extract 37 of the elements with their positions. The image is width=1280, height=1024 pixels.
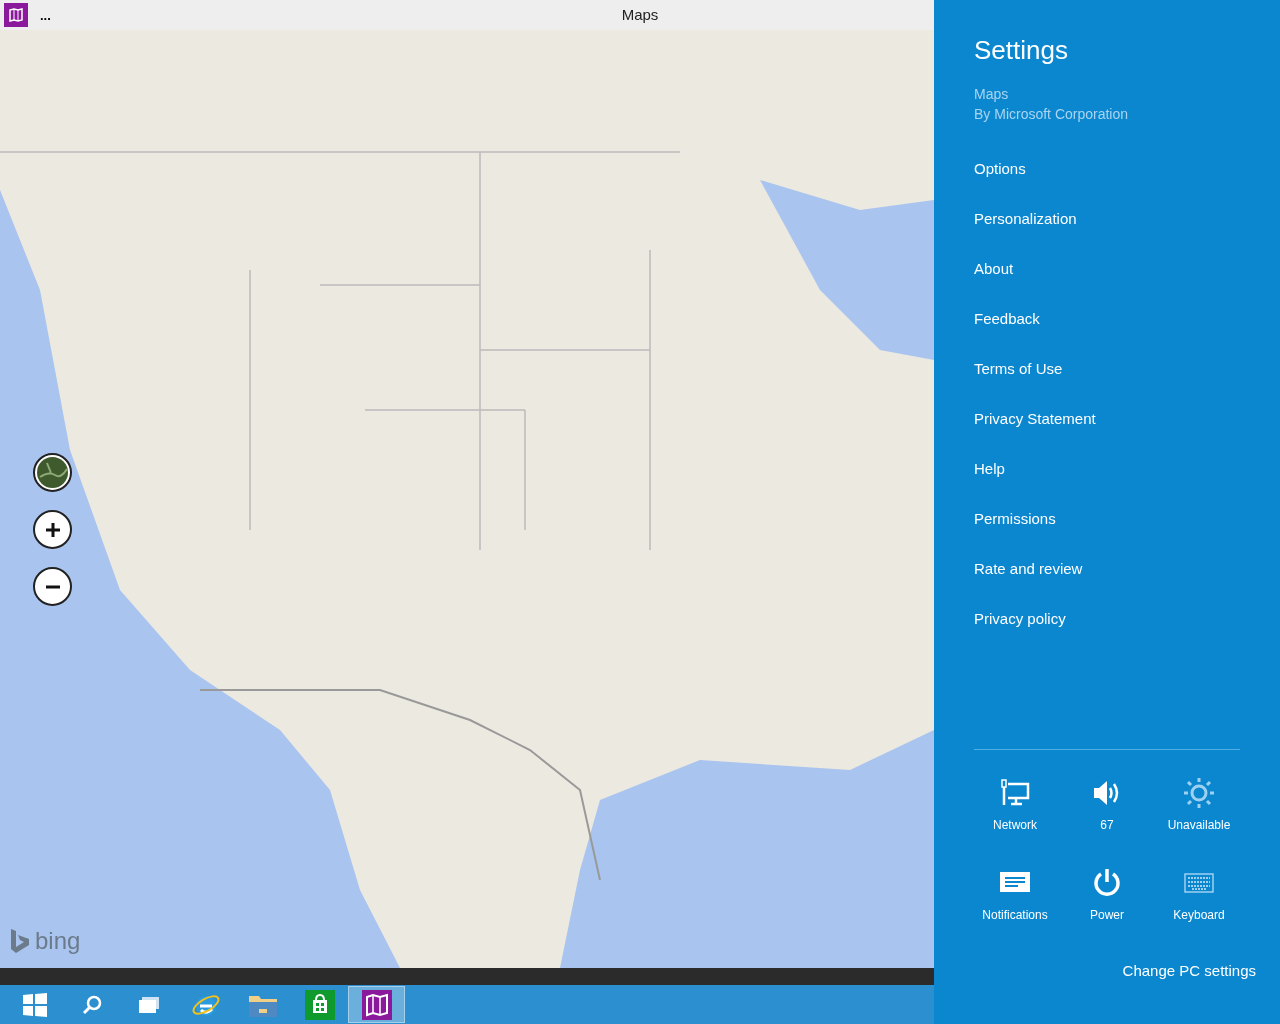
minus-icon	[44, 584, 61, 589]
settings-menu-item[interactable]: Personalization	[974, 194, 1077, 244]
more-menu-button[interactable]: ...	[40, 8, 51, 22]
plus-icon	[43, 520, 62, 539]
settings-menu-item[interactable]: Terms of Use	[974, 344, 1063, 394]
windows-icon	[136, 994, 161, 1015]
settings-menu-item[interactable]: Permissions	[974, 494, 1056, 544]
settings-menu-item[interactable]: Privacy policy	[974, 594, 1066, 644]
start-icon	[21, 991, 48, 1018]
settings-menu-item[interactable]: Help	[974, 444, 1005, 494]
bing-logo-icon	[9, 928, 31, 954]
brand-name: bing	[35, 929, 81, 953]
keyboard-icon	[1184, 872, 1214, 893]
publisher-name: By Microsoft Corporation	[974, 105, 1130, 124]
quick-setting-button[interactable]: 67	[1061, 775, 1153, 832]
change-pc-settings-link[interactable]: Change PC settings	[1122, 959, 1256, 982]
power-icon	[1092, 866, 1122, 899]
settings-menu-item[interactable]: About	[974, 244, 1014, 294]
quick-setting-button[interactable]: Power	[1061, 865, 1153, 922]
settings-menu-item[interactable]: Feedback	[974, 294, 1040, 344]
network-icon	[1000, 778, 1030, 807]
aerial-map-icon	[37, 457, 68, 488]
shopping-bag-icon	[304, 989, 335, 1020]
window-title: Maps	[620, 4, 660, 25]
search-icon	[80, 993, 103, 1016]
sun-icon	[1183, 776, 1215, 809]
app-icon	[4, 3, 28, 27]
settings-menu-item[interactable]: Options	[974, 144, 1026, 194]
app-name: Maps	[974, 85, 1010, 104]
quick-setting-button[interactable]: Network	[969, 775, 1061, 832]
map-icon	[361, 989, 392, 1020]
settings-menu-item[interactable]: Rate and review	[974, 544, 1083, 594]
taskbar-button[interactable]	[348, 986, 405, 1023]
quick-setting-button[interactable]: Notifications	[969, 865, 1061, 922]
panel-title: Settings	[974, 34, 1069, 67]
settings-menu-item[interactable]: Privacy Statement	[974, 394, 1096, 444]
message-icon	[1000, 871, 1030, 894]
